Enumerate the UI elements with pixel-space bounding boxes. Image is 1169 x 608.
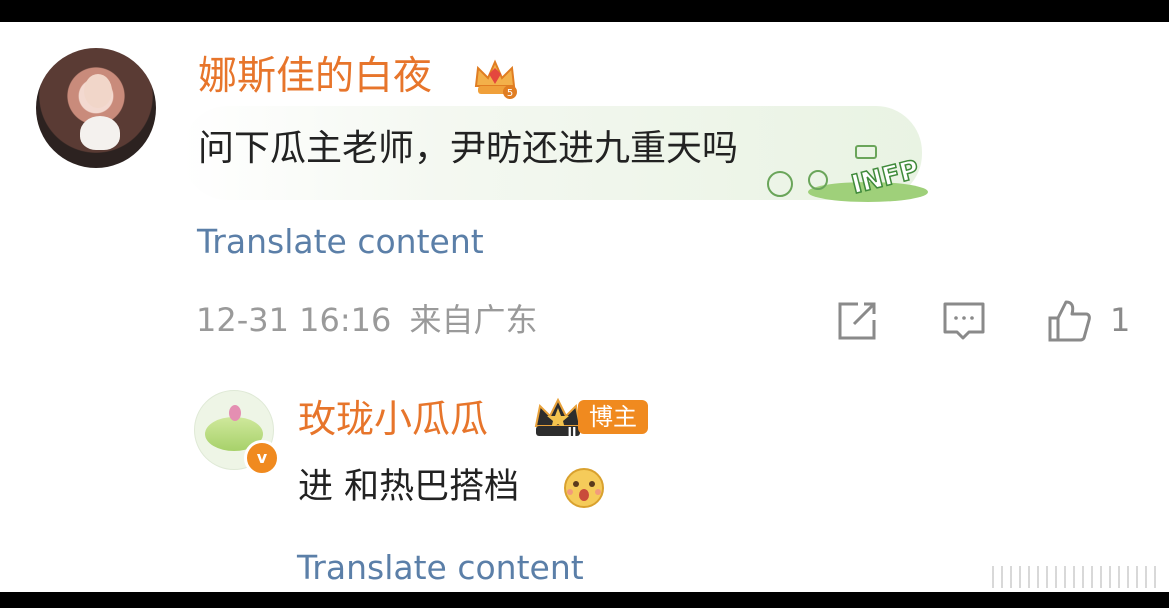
top-black-bar: [0, 0, 1169, 22]
comment-meta: 12-31 16:16 来自广东: [196, 298, 538, 342]
level-number: II: [568, 425, 577, 439]
bottom-watermark-strip: [992, 566, 1162, 588]
commenter-avatar[interactable]: [36, 48, 156, 168]
like-icon[interactable]: [1046, 298, 1092, 344]
blogger-badge: 博主: [578, 400, 648, 434]
comment-icon[interactable]: [941, 298, 987, 344]
avatar-cat: [80, 116, 120, 150]
share-icon[interactable]: [834, 298, 880, 344]
verified-badge: v: [244, 440, 280, 476]
comment-text: 问下瓜主老师，尹昉还进九重天吗: [198, 128, 739, 169]
infp-sticker-icon: INFP: [767, 145, 928, 202]
reply-translate-content-link[interactable]: Translate content: [297, 546, 584, 590]
translate-content-link[interactable]: Translate content: [197, 220, 484, 264]
avatar-sprout: [229, 405, 241, 421]
avatar-face: [84, 74, 112, 108]
bottom-black-bar: [0, 592, 1169, 608]
replier-name[interactable]: 玫珑小瓜瓜: [298, 394, 488, 444]
smiling-emoji-icon: [564, 468, 604, 508]
vip-level-number: 5: [507, 88, 513, 99]
like-count: 1: [1110, 301, 1131, 339]
comment-location: 来自广东: [409, 301, 538, 339]
comment-timestamp: 12-31 16:16: [196, 301, 392, 339]
level-crown-icon: II: [534, 397, 582, 439]
vip-crown-icon: 5: [474, 59, 517, 99]
commenter-name[interactable]: 娜斯佳的白夜: [198, 52, 432, 102]
reply-text: 进 和热巴搭档: [298, 467, 520, 507]
